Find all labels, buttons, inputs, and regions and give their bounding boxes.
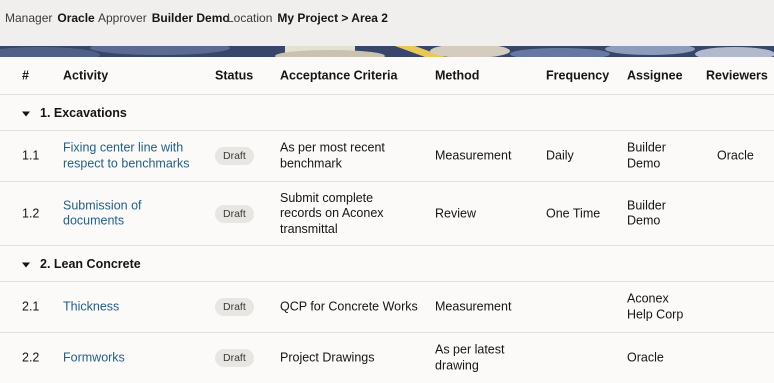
activity-link[interactable]: Fixing center line with respect to bench…	[63, 141, 203, 172]
status-cell: Draft	[215, 204, 254, 223]
status-cell: Draft	[215, 298, 254, 316]
column-header-number[interactable]: #	[22, 68, 29, 84]
approver-label: Approver	[98, 11, 147, 25]
column-header-method[interactable]: Method	[435, 68, 479, 84]
assignee-cell: Builder Demo	[627, 140, 666, 171]
method-cell: Review	[435, 205, 476, 220]
row-number: 1.2	[22, 205, 40, 220]
collapse-caret-icon[interactable]	[22, 111, 30, 116]
column-header-reviewers[interactable]: Reviewers	[706, 68, 768, 84]
status-badge: Draft	[215, 349, 254, 367]
assignee-cell: Builder Demo	[627, 198, 666, 228]
assignee-cell: Aconex Help Corp	[627, 291, 684, 322]
table-row: 2.2 Formworks Draft Project Drawings As …	[0, 333, 774, 383]
status-cell: Draft	[215, 349, 254, 367]
row-number: 2.2	[22, 350, 40, 365]
row-number: 2.1	[22, 299, 40, 314]
frequency-cell: Daily	[546, 148, 574, 163]
activity-link[interactable]: Formworks	[63, 350, 203, 366]
acceptance-criteria-cell: Submit complete records on Aconex transm…	[280, 190, 384, 236]
banner-pattern	[0, 46, 774, 57]
group-row-excavations[interactable]: 1. Excavations	[0, 95, 774, 131]
collapse-caret-icon[interactable]	[22, 262, 30, 267]
status-cell: Draft	[215, 147, 254, 165]
column-header-assignee[interactable]: Assignee	[627, 68, 683, 84]
column-header-acceptance-criteria[interactable]: Acceptance Criteria	[280, 68, 397, 84]
status-badge: Draft	[215, 147, 254, 165]
method-cell: As per latest drawing	[435, 342, 505, 373]
group-row-lean-concrete[interactable]: 2. Lean Concrete	[0, 246, 774, 282]
manager-value: Oracle	[57, 11, 95, 25]
table-header-row: # Activity Status Acceptance Criteria Me…	[0, 57, 774, 95]
status-badge: Draft	[215, 298, 254, 316]
status-badge: Draft	[215, 204, 254, 223]
activity-link[interactable]: Submission of documents	[63, 198, 173, 229]
group-label: 1. Excavations	[40, 105, 127, 120]
column-header-status[interactable]: Status	[215, 68, 253, 84]
project-info-bar: Manager Oracle Approver Builder Demo Locat…	[0, 0, 774, 46]
decorative-banner	[0, 46, 774, 57]
acceptance-criteria-cell: QCP for Concrete Works	[280, 299, 418, 314]
approver-field: Approver Builder Demo	[98, 11, 230, 25]
location-value: My Project > Area 2	[277, 11, 388, 25]
reviewers-cell: Oracle	[717, 148, 754, 163]
method-cell: Measurement	[435, 299, 512, 314]
column-header-activity[interactable]: Activity	[63, 68, 108, 84]
table-row: 1.2 Submission of documents Draft Submit…	[0, 182, 774, 246]
group-label: 2. Lean Concrete	[40, 256, 141, 271]
assignee-cell: Oracle	[627, 350, 664, 365]
activities-table: # Activity Status Acceptance Criteria Me…	[0, 57, 774, 383]
column-header-frequency[interactable]: Frequency	[546, 68, 609, 84]
frequency-cell: One Time	[546, 205, 601, 220]
activity-link[interactable]: Thickness	[63, 299, 203, 315]
manager-field: Manager Oracle	[5, 11, 95, 25]
location-label: Location	[227, 11, 273, 25]
table-row: 2.1 Thickness Draft QCP for Concrete Wor…	[0, 282, 774, 333]
location-field: Location My Project > Area 2	[227, 11, 388, 25]
acceptance-criteria-cell: As per most recent benchmark	[280, 140, 385, 171]
method-cell: Measurement	[435, 148, 512, 163]
acceptance-criteria-cell: Project Drawings	[280, 350, 375, 365]
approver-value: Builder Demo	[151, 11, 230, 25]
row-number: 1.1	[22, 148, 40, 163]
table-row: 1.1 Fixing center line with respect to b…	[0, 131, 774, 182]
manager-label: Manager	[5, 11, 53, 25]
